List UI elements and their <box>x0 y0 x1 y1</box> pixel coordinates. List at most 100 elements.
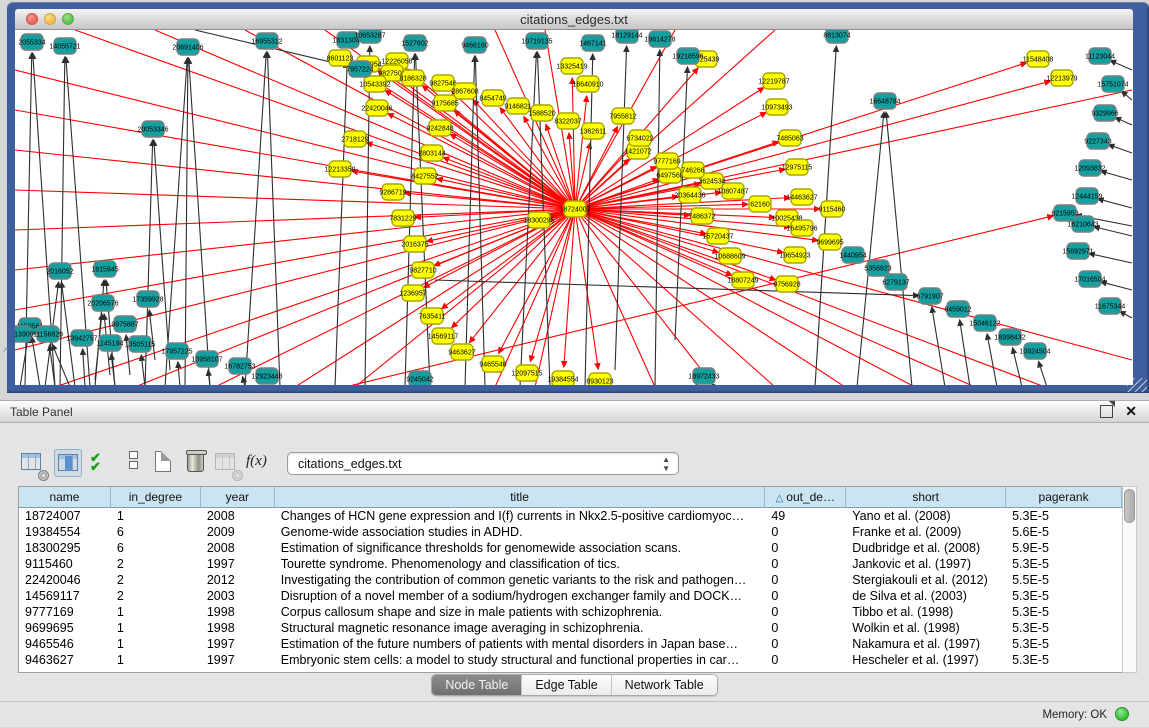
table-row[interactable]: 1872400712008Changes of HCN gene express… <box>19 508 1122 524</box>
table-row[interactable]: 969969511998Structural magnetic resonanc… <box>19 620 1122 636</box>
table-cell[interactable]: 9777169 <box>19 604 111 620</box>
table-cell[interactable]: 0 <box>765 556 846 572</box>
citation-edge[interactable] <box>1121 91 1132 100</box>
panel-splitter[interactable]: ▴ <box>0 393 1149 400</box>
table-cell[interactable]: 9463627 <box>19 652 111 668</box>
citation-edge[interactable] <box>575 209 598 369</box>
table-cell[interactable]: 0 <box>765 588 846 604</box>
table-cell[interactable]: Dudbridge et al. (2008) <box>846 540 1006 556</box>
table-cell[interactable]: 2009 <box>201 524 275 540</box>
table-cell[interactable]: 2008 <box>201 508 275 524</box>
table-row[interactable]: 946554611997Estimation of the future num… <box>19 636 1122 652</box>
citation-edge[interactable] <box>530 209 575 361</box>
window-resize-grip[interactable] <box>1127 378 1147 392</box>
show-column-button[interactable] <box>54 449 82 477</box>
table-cell[interactable]: Nakamura et al. (1997) <box>846 636 1006 652</box>
citation-edge[interactable] <box>1038 361 1047 385</box>
table-cell[interactable]: 2008 <box>201 540 275 556</box>
table-cell[interactable]: Hescheler et al. (1997) <box>846 652 1006 668</box>
table-cell[interactable]: Investigating the contribution of common… <box>275 572 766 588</box>
table-cell[interactable]: 22420046 <box>19 572 111 588</box>
table-cell[interactable]: de Silva et al. (2003) <box>846 588 1006 604</box>
float-panel-icon[interactable] <box>1100 405 1113 418</box>
column-header-in_degree[interactable]: in_degree <box>111 487 201 507</box>
citation-edge[interactable] <box>655 50 660 385</box>
table-cell[interactable]: 18724007 <box>19 508 111 524</box>
cell-mode-button[interactable] <box>119 449 147 477</box>
table-cell[interactable]: 1 <box>111 620 201 636</box>
table-cell[interactable]: 2012 <box>201 572 275 588</box>
table-cell[interactable]: 9465546 <box>19 636 111 652</box>
table-cell[interactable]: 0 <box>765 604 846 620</box>
table-cell[interactable]: 5.3E-5 <box>1006 620 1122 636</box>
tab-node-table[interactable]: Node Table <box>432 675 522 695</box>
table-selector-dropdown[interactable]: citations_edges.txt ▲▼ <box>287 452 679 475</box>
close-panel-icon[interactable]: ✕ <box>1125 403 1137 420</box>
table-row[interactable]: 911546021997Tourette syndrome. Phenomeno… <box>19 556 1122 572</box>
table-cell[interactable]: 1997 <box>201 652 275 668</box>
citation-edge[interactable] <box>189 58 210 385</box>
table-cell[interactable]: Embryonic stem cells: a model to study s… <box>275 652 766 668</box>
table-row[interactable]: 2242004622012Investigating the contribut… <box>19 572 1122 588</box>
table-cell[interactable]: 1 <box>111 636 201 652</box>
citation-edge[interactable] <box>267 52 280 385</box>
table-settings-button[interactable] <box>18 449 46 477</box>
table-cell[interactable]: Structural magnetic resonance image aver… <box>275 620 766 636</box>
citation-edge[interactable] <box>185 58 188 385</box>
column-header-out_de[interactable]: △out_de… <box>765 487 846 507</box>
table-cell[interactable]: 1 <box>111 604 201 620</box>
table-cell[interactable]: 1 <box>111 508 201 524</box>
table-row[interactable]: 1830029562008Estimation of significance … <box>19 540 1122 556</box>
table-cell[interactable]: Genome-wide association studies in ADHD. <box>275 524 766 540</box>
table-cell[interactable]: 5.3E-5 <box>1006 508 1122 524</box>
citation-edge[interactable] <box>165 58 187 385</box>
table-cell[interactable]: Tourette syndrome. Phenomenology and cla… <box>275 556 766 572</box>
table-cell[interactable]: 14569117 <box>19 588 111 604</box>
window-titlebar[interactable]: citations_edges.txt <box>15 9 1133 30</box>
table-row[interactable]: 977716911998Corpus callosum shape and si… <box>19 604 1122 620</box>
citation-edge[interactable] <box>141 355 145 385</box>
citation-edge[interactable] <box>960 320 970 385</box>
new-table-button[interactable] <box>150 449 178 477</box>
table-cell[interactable]: 1998 <box>201 620 275 636</box>
table-cell[interactable]: 5.3E-5 <box>1006 652 1122 668</box>
citation-edge[interactable] <box>932 307 945 385</box>
table-cell[interactable]: Franke et al. (2009) <box>846 524 1006 540</box>
table-row[interactable]: 1456911722003Disruption of a novel membe… <box>19 588 1122 604</box>
table-cell[interactable]: Jankovic et al. (1997) <box>846 556 1006 572</box>
column-header-title[interactable]: title <box>275 487 766 507</box>
table-cell[interactable]: Disruption of a novel member of a sodium… <box>275 588 766 604</box>
table-cell[interactable]: 1997 <box>201 556 275 572</box>
column-header-pagerank[interactable]: pagerank <box>1006 487 1122 507</box>
table-cell[interactable]: 9115460 <box>19 556 111 572</box>
citation-edge[interactable] <box>1115 117 1132 125</box>
table-cell[interactable]: 1 <box>111 652 201 668</box>
select-all-button[interactable]: ✔✔ <box>88 449 116 477</box>
tab-network-table[interactable]: Network Table <box>612 675 717 695</box>
table-vertical-scrollbar[interactable] <box>1122 486 1137 673</box>
table-cell[interactable]: 2 <box>111 572 201 588</box>
delete-button[interactable] <box>182 449 210 477</box>
citation-edge[interactable] <box>886 112 912 385</box>
column-header-short[interactable]: short <box>846 487 1006 507</box>
table-cell[interactable]: 0 <box>765 540 846 556</box>
citation-edge[interactable] <box>1110 60 1132 70</box>
citation-edge[interactable] <box>1089 253 1132 263</box>
table-cell[interactable]: 9699695 <box>19 620 111 636</box>
table-cell[interactable]: 0 <box>765 572 846 588</box>
table-cell[interactable]: Tibbo et al. (1998) <box>846 604 1006 620</box>
table-cell[interactable]: Wolkin et al. (1998) <box>846 620 1006 636</box>
table-cell[interactable]: Estimation of the future numbers of pati… <box>275 636 766 652</box>
citation-edge[interactable] <box>149 310 155 360</box>
table-cell[interactable]: 2003 <box>201 588 275 604</box>
table-cell[interactable]: 5.9E-5 <box>1006 540 1122 556</box>
table-cell[interactable]: Yano et al. (2008) <box>846 508 1006 524</box>
citation-edge[interactable] <box>1094 227 1132 236</box>
table-cell[interactable]: 2 <box>111 556 201 572</box>
table-cell[interactable]: 6 <box>111 524 201 540</box>
table-cell[interactable]: Corpus callosum shape and size in male p… <box>275 604 766 620</box>
table-cell[interactable]: 5.3E-5 <box>1006 636 1122 652</box>
table-cell[interactable]: 0 <box>765 636 846 652</box>
column-header-name[interactable]: name <box>19 487 111 507</box>
table-cell[interactable]: 19384554 <box>19 524 111 540</box>
